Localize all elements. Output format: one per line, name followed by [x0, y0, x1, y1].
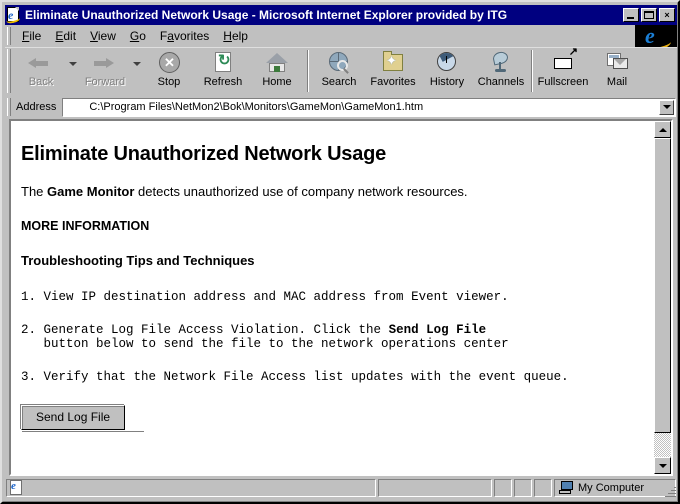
address-label: Address	[16, 101, 57, 113]
list-item: 3. Verify that the Network File Access l…	[21, 370, 638, 384]
back-dropdown-arrow-icon[interactable]	[68, 48, 78, 94]
status-pane-main: e	[6, 479, 376, 497]
scrollbar-thumb[interactable]	[654, 138, 671, 433]
toolbar-button-stop[interactable]: ✕ Stop	[142, 48, 196, 94]
search-globe-icon	[326, 51, 352, 75]
menu-bar-grip[interactable]	[7, 27, 11, 45]
toolbar-button-home[interactable]: Home	[250, 48, 304, 94]
step-3-text: 3. Verify that the Network File Access l…	[21, 370, 569, 384]
refresh-icon	[210, 51, 236, 75]
resize-grip[interactable]	[664, 486, 676, 498]
intro-text-after: detects unauthorized use of company netw…	[134, 184, 468, 199]
favorites-folder-icon: ✦	[380, 51, 406, 75]
send-log-file-button[interactable]: Send Log File	[21, 405, 126, 430]
list-item: 2. Generate Log File Access Violation. C…	[21, 323, 638, 351]
vertical-scrollbar[interactable]	[654, 121, 671, 474]
close-icon: ×	[664, 9, 670, 20]
forward-arrow-icon	[92, 51, 118, 75]
status-pane-3	[494, 479, 512, 497]
internet-explorer-logo-icon: e	[635, 25, 677, 47]
menu-item-edit[interactable]: Edit	[48, 27, 83, 45]
scroll-down-arrow-icon	[658, 463, 667, 468]
document-body: Eliminate Unauthorized Network Usage The…	[11, 121, 654, 474]
menu-item-go[interactable]: Go	[123, 27, 153, 45]
menu-bar: File Edit View Go Favorites Help e	[5, 25, 677, 47]
toolbar-button-favorites[interactable]: ✦ Favorites	[366, 48, 420, 94]
stop-icon: ✕	[156, 51, 182, 75]
chevron-down-icon	[662, 105, 671, 109]
menu-items: File Edit View Go Favorites Help	[15, 27, 635, 45]
button-shadow	[22, 431, 144, 432]
step-1-text: 1. View IP destination address and MAC a…	[21, 290, 509, 304]
toolbar-button-mail[interactable]: Mail	[590, 48, 644, 94]
toolbar-button-history[interactable]: History	[420, 48, 474, 94]
toolbar-button-refresh[interactable]: Refresh	[196, 48, 250, 94]
toolbar-grip[interactable]	[7, 49, 11, 93]
status-pane-4	[514, 479, 532, 497]
status-pane-2	[378, 479, 492, 497]
steps-list: 1. View IP destination address and MAC a…	[21, 290, 638, 384]
list-item: 1. View IP destination address and MAC a…	[21, 290, 638, 304]
maximize-button[interactable]	[641, 8, 657, 22]
scrollbar-track[interactable]	[654, 138, 671, 457]
toolbar-button-forward[interactable]: Forward	[78, 48, 132, 94]
send-log-file-button-wrap: Send Log File	[21, 403, 638, 432]
toolbar-button-search[interactable]: Search	[312, 48, 366, 94]
step-2-text-bold: Send Log File	[388, 323, 487, 337]
window-inner-border: e Eliminate Unauthorized Network Usage -…	[2, 2, 678, 502]
back-arrow-icon	[28, 51, 54, 75]
more-information-heading: MORE INFORMATION	[21, 219, 150, 233]
troubleshooting-heading: Troubleshooting Tips and Techniques	[21, 253, 255, 268]
toolbar: Back Forward ✕ Stop Refresh Home	[5, 47, 677, 96]
browser-window: e Eliminate Unauthorized Network Usage -…	[0, 0, 680, 504]
content-frame: Eliminate Unauthorized Network Usage The…	[9, 119, 673, 476]
scroll-down-button[interactable]	[654, 457, 671, 474]
toolbar-button-back[interactable]: Back	[14, 48, 68, 94]
menu-item-help[interactable]: Help	[216, 27, 255, 45]
intro-text-bold: Game Monitor	[47, 184, 135, 199]
forward-dropdown-arrow-icon[interactable]	[132, 48, 142, 94]
status-bar: e My Computer	[5, 477, 677, 499]
scroll-up-button[interactable]	[654, 121, 671, 138]
history-icon	[434, 51, 460, 75]
mail-icon	[604, 51, 630, 75]
page-ie-icon: e	[10, 480, 24, 496]
address-input[interactable]: C:\Program Files\NetMon2\Bok\Monitors\Ga…	[62, 97, 676, 117]
toolbar-separator-2	[531, 50, 533, 92]
intro-text-before: The	[21, 184, 48, 199]
scroll-up-arrow-icon	[658, 127, 667, 132]
window-title: Eliminate Unauthorized Network Usage - M…	[25, 8, 508, 22]
home-icon	[264, 51, 290, 75]
toolbar-button-fullscreen[interactable]: ↗ Fullscreen	[536, 47, 590, 94]
menu-item-view[interactable]: View	[83, 27, 123, 45]
toolbar-separator-1	[307, 50, 309, 92]
address-value: C:\Program Files\NetMon2\Bok\Monitors\Ga…	[89, 101, 424, 113]
close-button[interactable]: ×	[659, 8, 675, 22]
address-bar: Address C:\Program Files\NetMon2\Bok\Mon…	[5, 96, 677, 118]
fullscreen-icon: ↗	[550, 47, 578, 75]
channels-dish-icon	[488, 50, 514, 75]
intro-paragraph: The Game Monitor detects unauthorized us…	[21, 184, 638, 199]
window-page-ie-icon: e	[5, 7, 22, 25]
my-computer-icon	[559, 481, 574, 495]
address-dropdown-button[interactable]	[659, 99, 674, 115]
menu-item-file[interactable]: File	[15, 27, 48, 45]
window-controls: ×	[623, 8, 675, 22]
status-pane-zone: My Computer	[554, 479, 676, 497]
status-pane-5	[534, 479, 552, 497]
menu-item-favorites[interactable]: Favorites	[153, 27, 216, 45]
title-bar: e Eliminate Unauthorized Network Usage -…	[5, 5, 677, 25]
toolbar-button-channels[interactable]: Channels	[474, 48, 528, 94]
page-title: Eliminate Unauthorized Network Usage	[21, 143, 387, 165]
address-bar-grip[interactable]	[7, 98, 11, 116]
minimize-button[interactable]	[623, 8, 639, 22]
security-zone-label: My Computer	[578, 482, 645, 494]
step-2-text-after: button below to send the file to the net…	[43, 337, 509, 351]
step-2-text-before: 2. Generate Log File Access Violation. C…	[21, 323, 389, 337]
